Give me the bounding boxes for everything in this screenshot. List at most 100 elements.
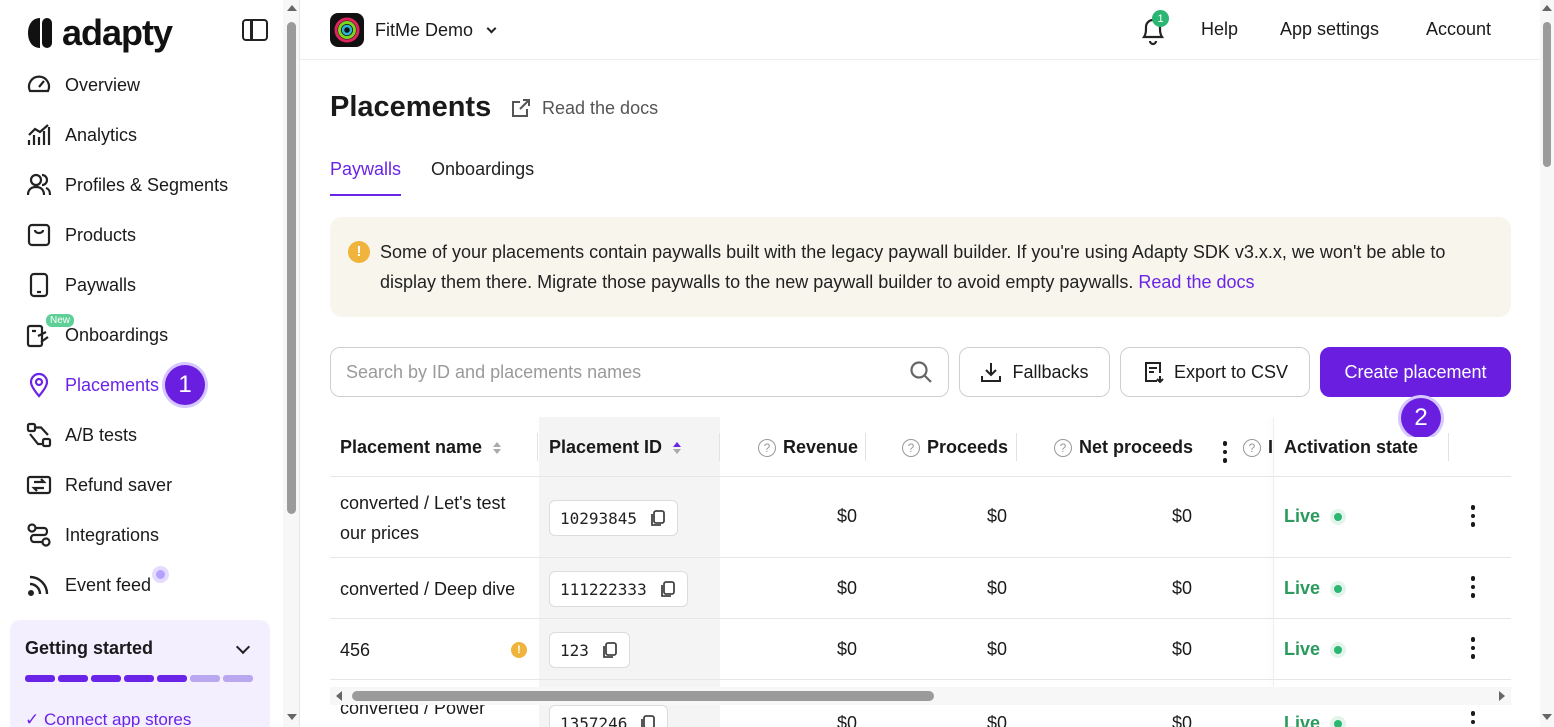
connect-app-stores-link[interactable]: ✓ Connect app stores xyxy=(25,710,191,727)
analytics-chart-icon xyxy=(25,121,53,149)
sidebar-item-label: Event feed xyxy=(65,574,152,595)
column-divider[interactable] xyxy=(719,433,720,461)
revenue-value: $0 xyxy=(836,506,857,526)
sidebar-item-analytics[interactable]: Analytics xyxy=(0,110,283,160)
app-settings-link[interactable]: App settings xyxy=(1280,19,1379,40)
getting-started-title: Getting started xyxy=(25,638,154,658)
column-divider[interactable] xyxy=(1448,433,1449,461)
progress-segment xyxy=(25,675,55,682)
scroll-right-arrow-icon[interactable] xyxy=(1499,691,1505,701)
column-header-truncated[interactable]: ? I xyxy=(1243,437,1273,458)
docs-link-label: Read the docs xyxy=(542,97,659,118)
progress-segment xyxy=(190,675,220,682)
column-divider[interactable] xyxy=(537,433,538,461)
column-header-activation-state[interactable]: Activation state xyxy=(1284,437,1449,458)
search-box xyxy=(330,347,949,397)
copy-icon[interactable] xyxy=(601,641,619,659)
sidebar-item-refund-saver[interactable]: Refund saver xyxy=(0,460,283,510)
help-icon[interactable]: ? xyxy=(902,438,920,457)
sidebar-scrollbar-thumb[interactable] xyxy=(287,22,296,514)
row-actions-icon[interactable] xyxy=(1468,637,1478,659)
activation-state: Live xyxy=(1284,506,1347,527)
sidebar-item-ab-tests[interactable]: A/B tests xyxy=(0,410,283,460)
column-divider[interactable] xyxy=(865,433,866,461)
sidebar-scrollbar[interactable] xyxy=(283,0,299,727)
live-status-icon xyxy=(1330,715,1347,727)
column-header-label: Proceeds xyxy=(927,437,1009,457)
sidebar-item-overview[interactable]: Overview xyxy=(0,60,283,110)
scroll-up-arrow-icon[interactable] xyxy=(1542,5,1552,11)
sidebar-item-onboardings[interactable]: New Onboardings xyxy=(0,310,283,360)
tab-paywalls[interactable]: Paywalls xyxy=(330,159,402,196)
placement-id-chip: 111222333 xyxy=(549,571,688,607)
row-actions-icon[interactable] xyxy=(1468,505,1478,527)
app-switcher[interactable]: FitMe Demo xyxy=(330,13,497,47)
users-icon xyxy=(25,171,53,199)
progress-segment xyxy=(157,675,187,682)
rss-feed-icon xyxy=(25,571,53,599)
sidebar-item-placements[interactable]: Placements 1 xyxy=(0,360,283,410)
row-actions-icon[interactable] xyxy=(1468,576,1478,598)
scroll-down-arrow-icon[interactable] xyxy=(287,714,297,720)
column-header-placement-name[interactable]: Placement name xyxy=(340,437,502,458)
revenue-value: $0 xyxy=(836,713,857,727)
horizontal-scrollbar-thumb[interactable] xyxy=(352,691,934,701)
warning-icon[interactable]: ! xyxy=(511,642,527,658)
table-row[interactable]: 456 ! 123 $0 $0 $0 Live xyxy=(330,620,1511,680)
table-row[interactable]: converted / Deep dive 111222333 $0 $0 $0… xyxy=(330,559,1511,619)
help-icon[interactable]: ? xyxy=(1243,438,1261,457)
placement-id: 10293845 xyxy=(560,508,638,528)
help-icon[interactable]: ? xyxy=(1054,438,1072,457)
search-input[interactable] xyxy=(346,361,909,383)
account-link[interactable]: Account xyxy=(1426,19,1491,40)
sidebar-item-label: Analytics xyxy=(65,124,138,145)
sidebar-item-event-feed[interactable]: Event feed xyxy=(0,560,283,610)
alert-read-docs-link[interactable]: Read the docs xyxy=(1138,272,1254,292)
new-badge: New xyxy=(46,314,75,327)
copy-icon[interactable] xyxy=(639,714,657,727)
sidebar-item-label: Placements xyxy=(65,374,160,395)
tabs: Paywalls Onboardings xyxy=(330,159,534,196)
getting-started-card[interactable]: Getting started ✓ Connect app stores xyxy=(10,620,270,727)
sidebar-item-profiles-segments[interactable]: Profiles & Segments xyxy=(0,160,283,210)
create-placement-button[interactable]: Create placement xyxy=(1320,347,1511,397)
export-csv-button[interactable]: Export to CSV xyxy=(1120,347,1310,397)
scroll-up-arrow-icon[interactable] xyxy=(287,5,297,11)
adapty-logo[interactable]: adapty xyxy=(26,12,173,54)
column-header-proceeds[interactable]: ? Proceeds xyxy=(902,437,1008,458)
sidebar-item-integrations[interactable]: Integrations xyxy=(0,510,283,560)
sidebar-collapse-icon[interactable] xyxy=(242,19,268,41)
scroll-down-arrow-icon[interactable] xyxy=(1542,714,1552,720)
sidebar-nav: Overview Analytics Profiles & Segments P… xyxy=(0,60,283,610)
activation-state: Live xyxy=(1284,639,1347,660)
help-link[interactable]: Help xyxy=(1201,19,1238,40)
search-icon[interactable] xyxy=(909,360,933,384)
table-horizontal-scrollbar[interactable] xyxy=(330,687,1511,705)
column-header-revenue[interactable]: ? Revenue xyxy=(758,437,858,458)
tab-onboardings[interactable]: Onboardings xyxy=(431,159,534,196)
activation-state-label: Live xyxy=(1284,639,1321,659)
fallbacks-label: Fallbacks xyxy=(1012,361,1089,382)
row-actions-icon[interactable] xyxy=(1468,711,1478,727)
table-header: Placement name Placement ID ? Revenue ? … xyxy=(330,417,1511,477)
sidebar-item-paywalls[interactable]: Paywalls xyxy=(0,260,283,310)
column-divider[interactable] xyxy=(1016,433,1017,461)
help-icon[interactable]: ? xyxy=(758,438,776,457)
refund-icon xyxy=(25,471,53,499)
scroll-left-arrow-icon[interactable] xyxy=(336,691,342,701)
read-the-docs-link[interactable]: Read the docs xyxy=(510,97,658,119)
column-menu-icon[interactable] xyxy=(1220,441,1230,463)
placement-id: 123 xyxy=(560,640,589,660)
table-row[interactable]: converted / Let's test our prices 102938… xyxy=(330,478,1511,558)
page-scrollbar[interactable] xyxy=(1540,0,1554,727)
copy-icon[interactable] xyxy=(649,509,667,527)
page-scrollbar-thumb[interactable] xyxy=(1543,22,1551,167)
column-header-net-proceeds[interactable]: ? Net proceeds xyxy=(1054,437,1193,458)
download-icon xyxy=(981,363,1002,382)
sidebar-item-products[interactable]: Products xyxy=(0,210,283,260)
chevron-down-icon xyxy=(486,23,497,33)
copy-icon[interactable] xyxy=(659,580,677,598)
column-header-placement-id[interactable]: Placement ID xyxy=(549,437,682,458)
fallbacks-button[interactable]: Fallbacks xyxy=(959,347,1110,397)
sort-ascending-icon xyxy=(673,441,682,454)
